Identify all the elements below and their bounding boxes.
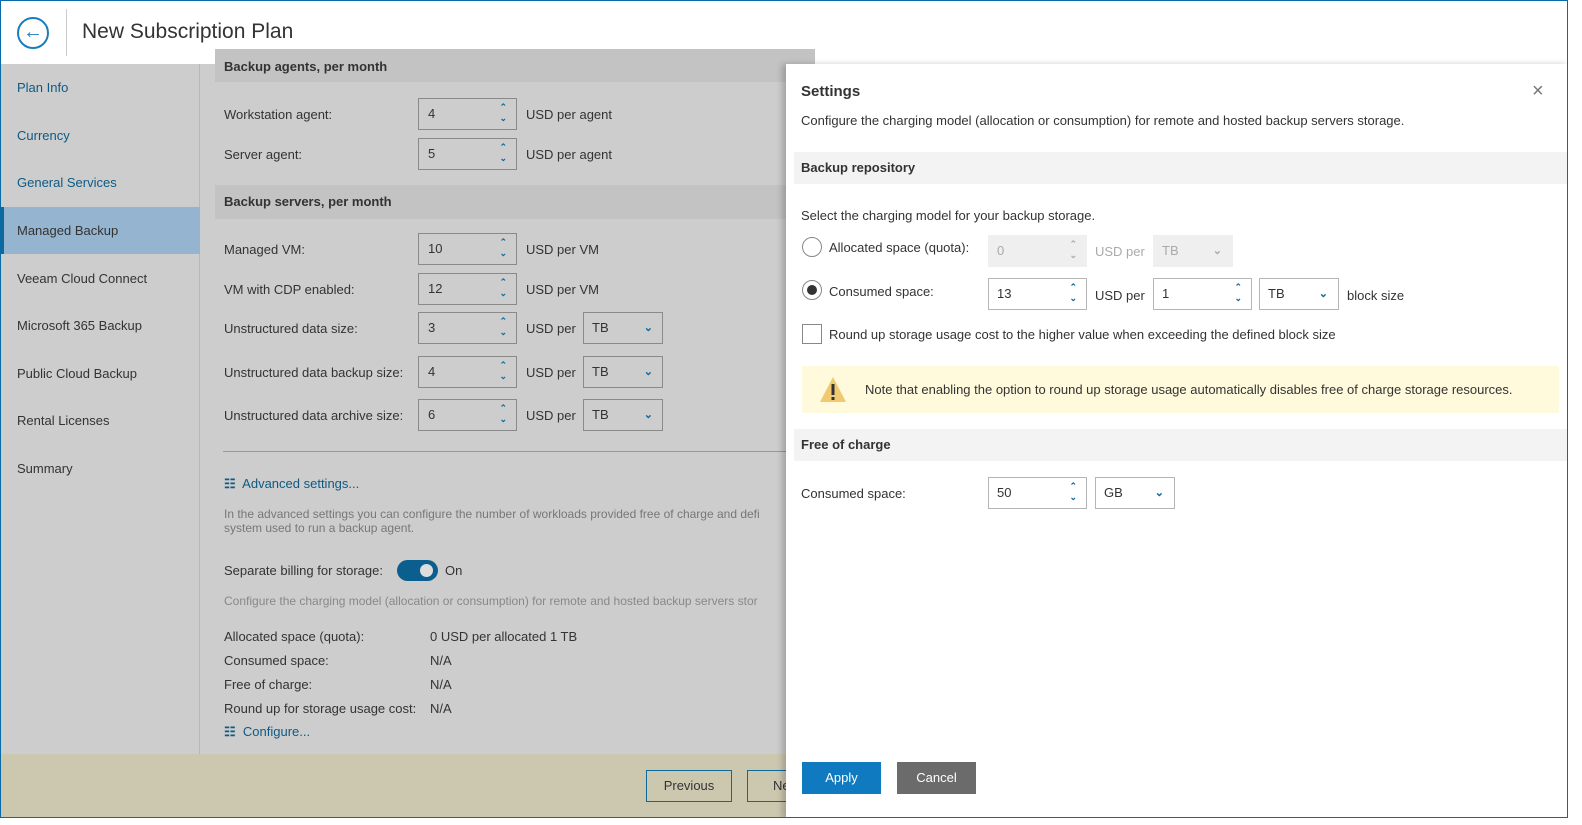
chevron-down-icon: ⌄	[1154, 487, 1164, 499]
warning-icon	[820, 377, 846, 402]
field-label: Server agent:	[224, 147, 303, 162]
note-banner: Note that enabling the option to round u…	[802, 366, 1559, 413]
divider	[223, 451, 793, 452]
sidebar-item-summary[interactable]: Summary	[1, 445, 200, 492]
sidebar-item-currency[interactable]: Currency	[1, 112, 200, 159]
unit-label: USD per	[1095, 288, 1145, 303]
allocated-space-radio[interactable]	[802, 237, 822, 257]
advanced-settings-link[interactable]: ☷ Advanced settings...	[224, 476, 359, 492]
sidebar-item-veeam-cloud-connect[interactable]: Veeam Cloud Connect	[1, 255, 200, 302]
close-button[interactable]: ×	[1532, 80, 1544, 103]
block-size-label: block size	[1347, 288, 1405, 303]
unstructured-backup-unit-select[interactable]: TB ⌄	[583, 356, 663, 388]
sidebar-item-public-cloud-backup[interactable]: Public Cloud Backup	[1, 350, 200, 397]
panel-title: Settings	[801, 83, 861, 100]
close-icon: ×	[1532, 80, 1544, 102]
chevron-down-icon: ⌄	[643, 409, 653, 421]
page-title: New Subscription Plan	[82, 20, 294, 43]
section-backup-repository: Backup repository	[794, 152, 1567, 184]
storage-description: Configure the charging model (allocation…	[224, 594, 758, 608]
advanced-description: In the advanced settings you can configu…	[224, 507, 760, 521]
app-window: ← New Subscription Plan Plan Info Curren…	[0, 0, 1568, 818]
chevron-down-icon: ⌄	[1212, 245, 1222, 257]
back-button[interactable]: ←	[17, 17, 49, 49]
cdp-vm-stepper[interactable]: 12 ⌃ ⌄	[418, 273, 517, 305]
unit-label: USD per	[526, 365, 576, 380]
round-up-checkbox[interactable]	[802, 324, 822, 344]
unstructured-size-stepper[interactable]: 3 ⌃ ⌄	[418, 312, 517, 344]
sliders-icon: ☷	[224, 476, 236, 491]
unit-label: USD per agent	[526, 107, 612, 122]
summary-label: Round up for storage usage cost:	[224, 701, 417, 716]
divider	[66, 9, 67, 56]
consumed-space-radio[interactable]	[802, 280, 822, 300]
field-label: Managed VM:	[224, 242, 305, 257]
sidebar-item-rental-licenses[interactable]: Rental Licenses	[1, 397, 200, 444]
unit-label: USD per	[1095, 244, 1145, 259]
allocated-price-stepper[interactable]: 0 ⌃ ⌄	[988, 235, 1087, 267]
field-label: Unstructured data size:	[224, 321, 358, 336]
toggle-state: On	[445, 563, 463, 578]
separate-billing-label: Separate billing for storage:	[224, 563, 383, 578]
field-label: VM with CDP enabled:	[224, 282, 355, 297]
allocated-unit-select[interactable]: TB ⌄	[1153, 235, 1233, 267]
summary-label: Consumed space:	[224, 653, 329, 668]
section-backup-servers: Backup servers, per month	[215, 185, 815, 219]
field-label: Unstructured data backup size:	[224, 365, 404, 380]
unstructured-backup-stepper[interactable]: 4 ⌃ ⌄	[418, 356, 517, 388]
unstructured-archive-unit-select[interactable]: TB ⌄	[583, 399, 663, 431]
panel-description: Configure the charging model (allocation…	[801, 113, 1405, 128]
chevron-down-icon: ⌄	[1318, 288, 1328, 300]
separate-billing-toggle[interactable]	[397, 560, 438, 581]
cancel-button[interactable]: Cancel	[897, 762, 976, 794]
unstructured-archive-stepper[interactable]: 6 ⌃ ⌄	[418, 399, 517, 431]
section-backup-agents: Backup agents, per month	[215, 49, 815, 82]
unit-label: USD per	[526, 321, 576, 336]
section-free-of-charge: Free of charge	[794, 429, 1567, 461]
unstructured-size-unit-select[interactable]: TB ⌄	[583, 312, 663, 344]
block-unit-select[interactable]: TB ⌄	[1259, 278, 1339, 310]
unit-label: USD per VM	[526, 242, 599, 257]
arrow-left-circle-icon: ←	[23, 21, 43, 43]
unit-label: USD per agent	[526, 147, 612, 162]
advanced-description: system used to run a backup agent.	[224, 521, 415, 535]
workstation-agent-stepper[interactable]: 4 ⌃ ⌄	[418, 98, 517, 130]
summary-value: N/A	[430, 701, 452, 716]
free-consumed-label: Consumed space:	[801, 486, 906, 501]
sidebar-item-general-services[interactable]: General Services	[1, 159, 200, 206]
settings-panel: Settings × Configure the charging model …	[786, 64, 1567, 817]
note-text: Note that enabling the option to round u…	[865, 382, 1513, 397]
free-unit-select[interactable]: GB ⌄	[1095, 477, 1175, 509]
chevron-down-icon: ⌄	[643, 322, 653, 334]
summary-value: 0 USD per allocated 1 TB	[430, 629, 578, 644]
field-label: Unstructured data archive size:	[224, 408, 404, 423]
field-label: Workstation agent:	[224, 107, 333, 122]
managed-vm-stepper[interactable]: 10 ⌃ ⌄	[418, 233, 517, 265]
round-up-label: Round up storage usage cost to the highe…	[829, 327, 1336, 342]
sidebar: Plan Info Currency General Services Mana…	[1, 64, 200, 754]
free-space-stepper[interactable]: 50 ⌃ ⌄	[988, 477, 1087, 509]
select-prompt: Select the charging model for your backu…	[801, 208, 1096, 223]
summary-label: Free of charge:	[224, 677, 313, 692]
sidebar-item-microsoft-365-backup[interactable]: Microsoft 365 Backup	[1, 302, 200, 349]
apply-button[interactable]: Apply	[802, 762, 881, 794]
unit-label: USD per VM	[526, 282, 599, 297]
server-agent-stepper[interactable]: 5 ⌃ ⌄	[418, 138, 517, 170]
block-size-stepper[interactable]: 1 ⌃ ⌄	[1153, 278, 1252, 310]
consumed-price-stepper[interactable]: 13 ⌃ ⌄	[988, 278, 1087, 310]
summary-label: Allocated space (quota):	[224, 629, 365, 644]
consumed-label: Consumed space:	[829, 284, 934, 299]
chevron-down-icon: ⌄	[643, 366, 653, 378]
sliders-icon: ☷	[224, 724, 236, 739]
previous-button[interactable]: Previous	[646, 770, 732, 802]
allocated-label: Allocated space (quota):	[829, 240, 970, 255]
sidebar-item-managed-backup[interactable]: Managed Backup	[1, 207, 200, 254]
summary-value: N/A	[430, 653, 452, 668]
configure-link[interactable]: ☷ Configure...	[224, 724, 310, 740]
sidebar-item-plan-info[interactable]: Plan Info	[1, 64, 200, 111]
unit-label: USD per	[526, 408, 576, 423]
summary-value: N/A	[430, 677, 452, 692]
